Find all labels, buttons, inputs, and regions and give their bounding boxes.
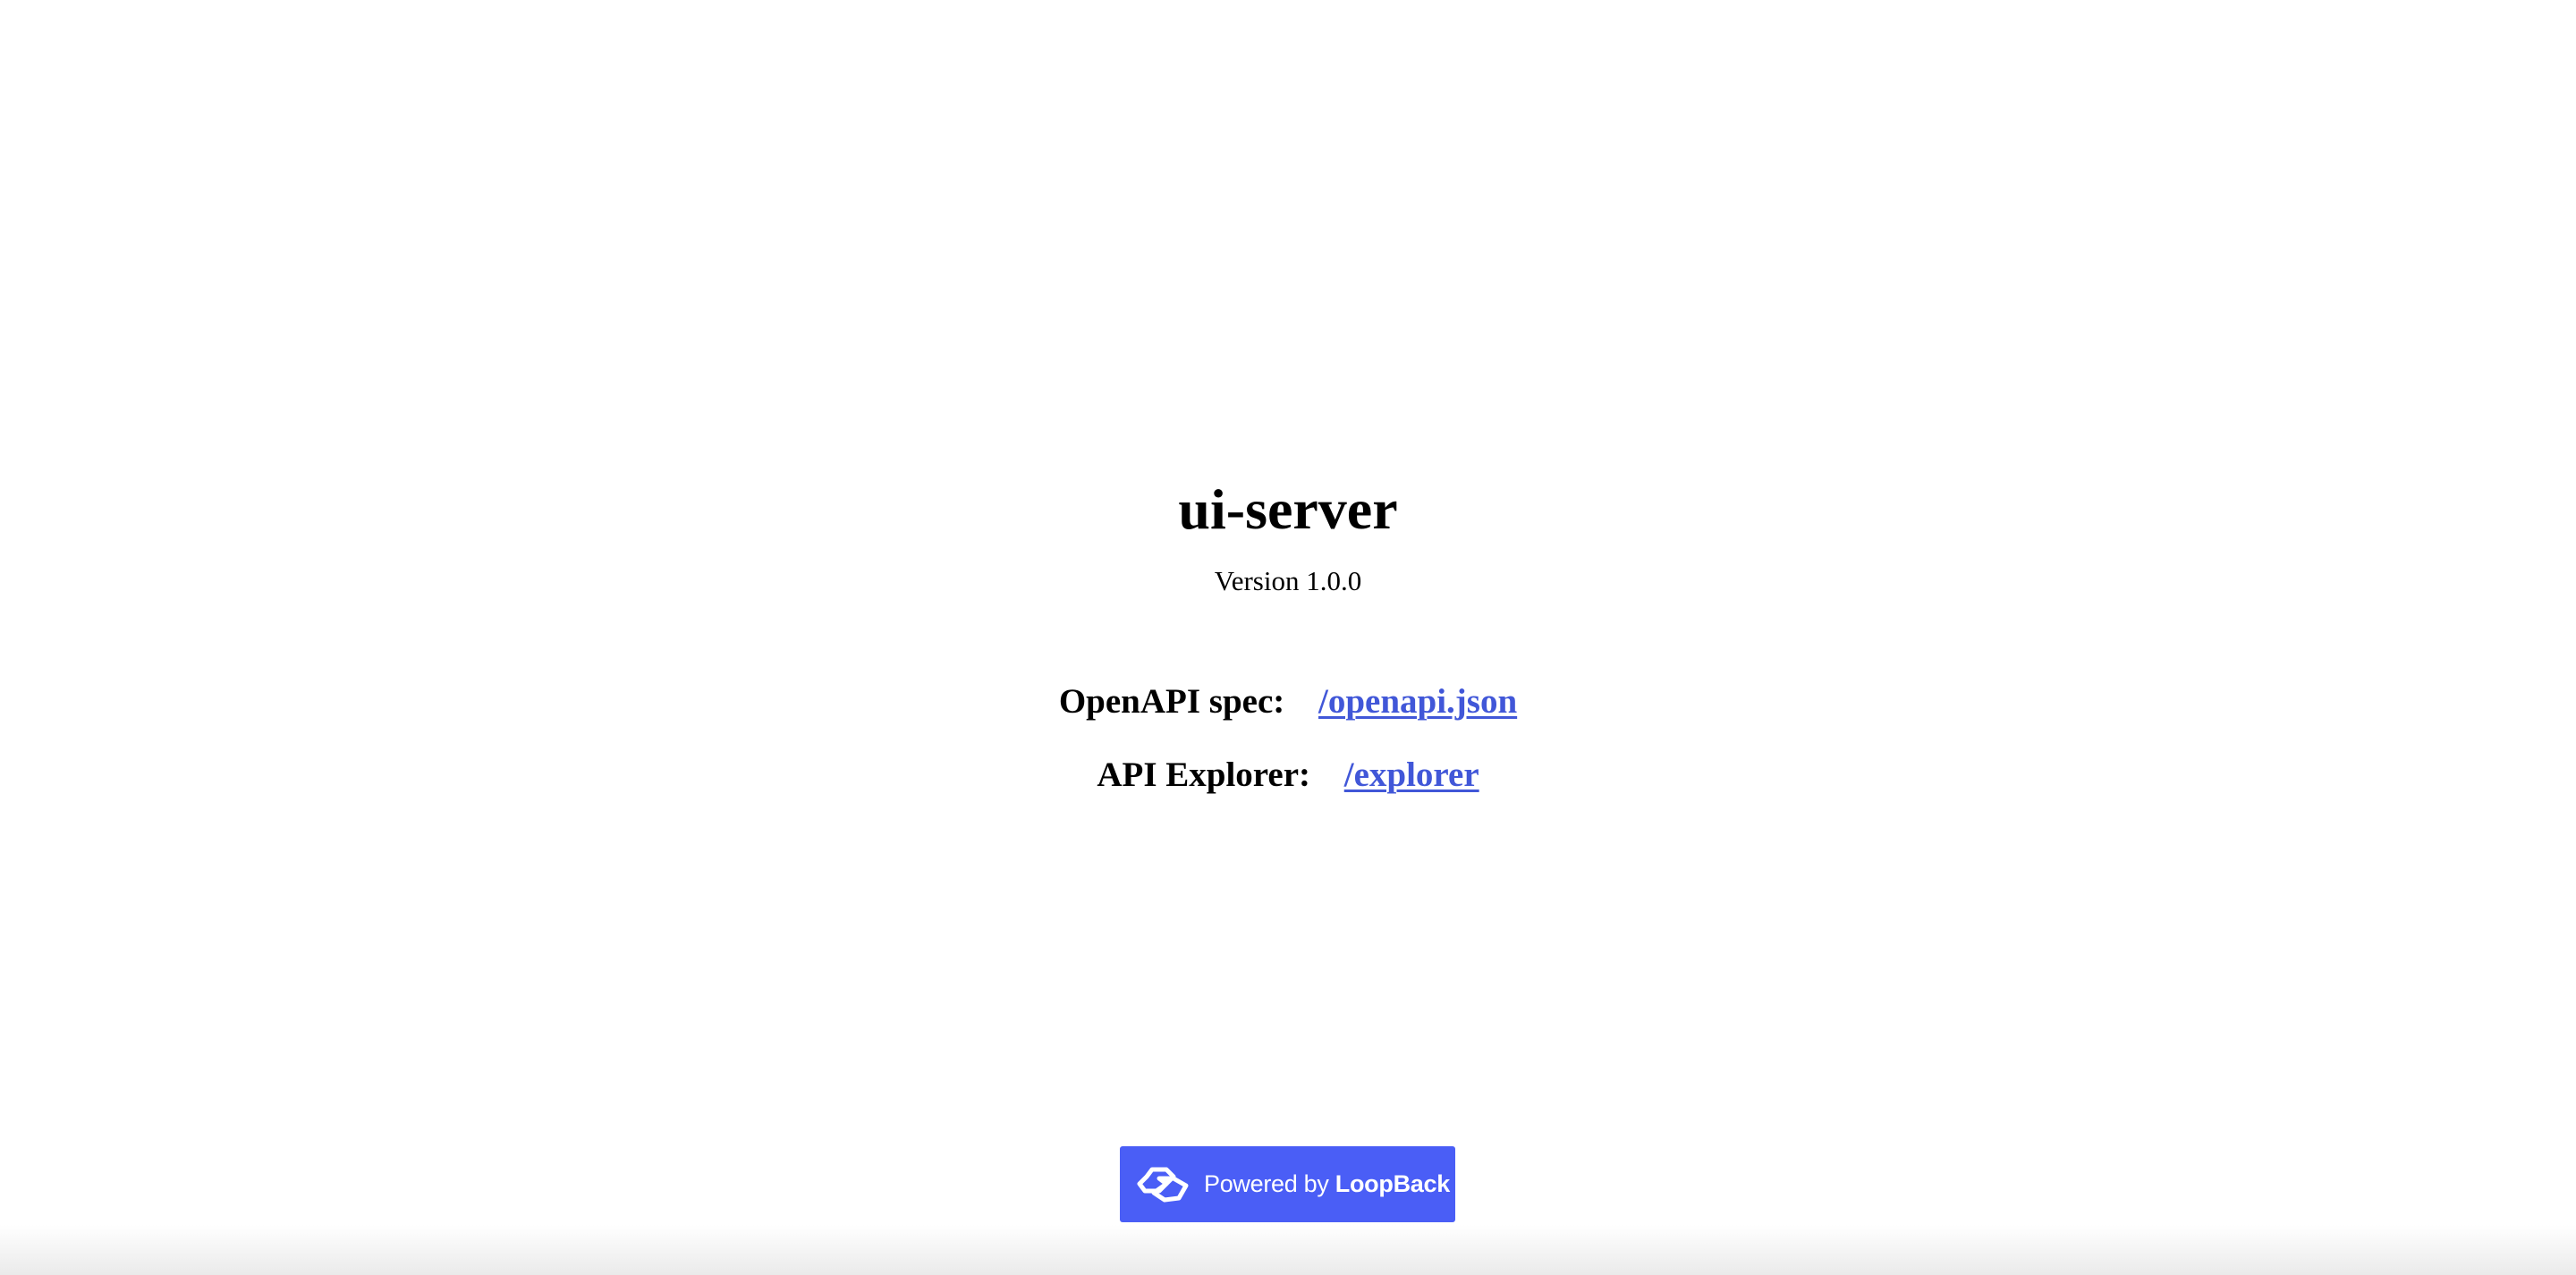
powered-by-label: Powered by [1204, 1170, 1329, 1197]
info-panel: ui-server Version 1.0.0 OpenAPI spec: /o… [0, 465, 2576, 826]
openapi-json-link[interactable]: /openapi.json [1318, 682, 1517, 721]
links-section: OpenAPI spec: /openapi.json API Explorer… [0, 680, 2576, 798]
bottom-shadow [0, 1225, 2576, 1275]
page: ui-server Version 1.0.0 OpenAPI spec: /o… [0, 0, 2576, 1275]
openapi-spec-row: OpenAPI spec: /openapi.json [0, 680, 2576, 724]
version-text: Version 1.0.0 [1214, 565, 1362, 596]
loopback-logo-icon [1136, 1164, 1190, 1205]
badge-text: Powered by LoopBack [1204, 1146, 1450, 1222]
loopback-brand-label: LoopBack [1335, 1170, 1450, 1197]
openapi-spec-label: OpenAPI spec: [1058, 682, 1285, 721]
powered-by-loopback-badge[interactable]: Powered by LoopBack [1120, 1146, 1455, 1222]
api-explorer-label: API Explorer: [1097, 756, 1310, 794]
api-explorer-link[interactable]: /explorer [1344, 756, 1479, 794]
api-explorer-row: API Explorer: /explorer [0, 753, 2576, 798]
page-title: ui-server [1178, 477, 1398, 541]
